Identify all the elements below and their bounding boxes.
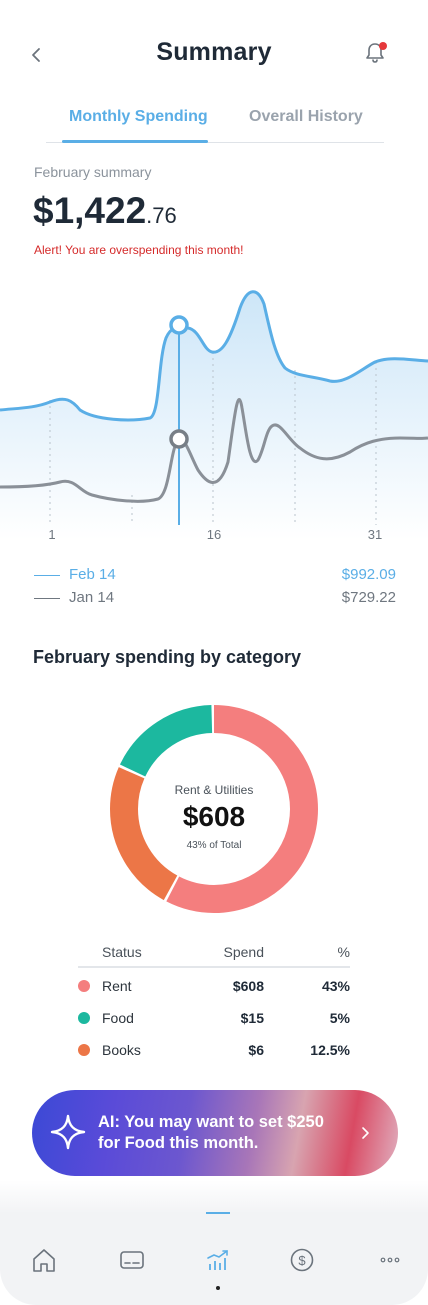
category-spend: $6 bbox=[248, 1042, 264, 1058]
bottom-nav: $ bbox=[0, 1212, 428, 1305]
category-percent: 43% bbox=[321, 978, 350, 994]
category-name: Books bbox=[102, 1042, 141, 1058]
ai-suggestion-banner[interactable]: AI: You may want to set $250 for Food th… bbox=[32, 1090, 398, 1176]
category-name: Rent bbox=[102, 978, 132, 994]
category-section-title: February spending by category bbox=[33, 647, 302, 667]
tab-overall-history[interactable]: Overall History bbox=[249, 108, 363, 126]
legend-line bbox=[34, 575, 60, 576]
overspending-alert: Alert! You are overspending this month! bbox=[34, 243, 244, 257]
legend-date: Jan 14 bbox=[69, 589, 115, 606]
x-tick-label: 16 bbox=[207, 527, 221, 542]
svg-text:$: $ bbox=[298, 1253, 306, 1268]
notifications-button[interactable] bbox=[362, 40, 388, 66]
category-color-dot bbox=[78, 1012, 90, 1024]
nav-home[interactable] bbox=[30, 1246, 58, 1274]
active-nav-indicator bbox=[206, 1212, 230, 1214]
category-spend: $15 bbox=[240, 1010, 264, 1026]
nav-money[interactable]: $ bbox=[288, 1246, 316, 1274]
chart-icon bbox=[207, 1250, 228, 1270]
sparkle-icon bbox=[50, 1114, 86, 1150]
x-tick-label: 31 bbox=[368, 527, 382, 542]
category-percent: 5% bbox=[329, 1010, 350, 1026]
legend-line bbox=[34, 598, 60, 599]
table-row[interactable]: Books $6 12.5% bbox=[78, 1034, 350, 1066]
total-amount-main: $1,422 bbox=[33, 190, 147, 231]
more-icon bbox=[380, 1257, 400, 1263]
active-nav-dot bbox=[216, 1286, 220, 1290]
x-tick-label: 1 bbox=[48, 527, 55, 542]
ai-suggestion-line: for Food this month. bbox=[98, 1134, 259, 1152]
category-name: Food bbox=[102, 1010, 134, 1026]
legend-value: $992.09 bbox=[341, 566, 396, 583]
feb-area bbox=[0, 291, 428, 540]
jan-selected-point[interactable] bbox=[169, 429, 189, 449]
header-percent: % bbox=[337, 944, 350, 960]
table-row[interactable]: Rent $608 43% bbox=[78, 970, 350, 1002]
ai-suggestion-line: AI: You may want to set $250 bbox=[98, 1113, 324, 1131]
dollar-icon: $ bbox=[290, 1248, 314, 1272]
home-icon bbox=[33, 1249, 55, 1272]
donut-category-label: Rent & Utilities bbox=[174, 783, 254, 797]
legend-value: $729.22 bbox=[341, 589, 396, 606]
feb-selected-point[interactable] bbox=[169, 315, 189, 335]
active-tab-indicator bbox=[62, 140, 208, 143]
nav-cards[interactable] bbox=[118, 1246, 146, 1274]
total-amount-cents: .76 bbox=[146, 203, 177, 228]
notification-badge bbox=[379, 42, 387, 50]
table-row[interactable]: Food $15 5% bbox=[78, 1002, 350, 1034]
tab-bar: Monthly Spending Overall History bbox=[46, 100, 384, 143]
chevron-right-icon bbox=[362, 1127, 369, 1139]
table-header: Status Spend % bbox=[78, 940, 350, 968]
category-color-dot bbox=[78, 980, 90, 992]
spending-chart[interactable]: 1 16 31 bbox=[0, 280, 428, 550]
legend-row-jan: Jan 14 $729.22 bbox=[34, 589, 396, 609]
donut-amount: $608 bbox=[182, 801, 246, 832]
header-spend: Spend bbox=[223, 944, 264, 960]
donut-percent-label: 43% of Total bbox=[186, 840, 242, 851]
donut-center: Rent & Utilities $608 43% of Total bbox=[104, 699, 324, 919]
ai-suggestion-text: AI: You may want to set $250 for Food th… bbox=[98, 1112, 358, 1154]
header: Summary bbox=[0, 0, 428, 100]
nav-more[interactable] bbox=[376, 1246, 404, 1274]
category-color-dot bbox=[78, 1044, 90, 1056]
header-status: Status bbox=[102, 944, 142, 960]
card-icon bbox=[120, 1251, 144, 1269]
total-amount: $1,422.76 bbox=[33, 190, 177, 232]
category-spend: $608 bbox=[232, 978, 264, 994]
summary-label: February summary bbox=[34, 164, 152, 180]
tab-monthly-spending[interactable]: Monthly Spending bbox=[69, 108, 208, 126]
legend-row-feb: Feb 14 $992.09 bbox=[34, 566, 396, 586]
legend-date: Feb 14 bbox=[69, 566, 116, 583]
category-percent: 12.5% bbox=[310, 1042, 350, 1058]
category-table: Status Spend % Rent $608 43% Food $15 5%… bbox=[78, 940, 350, 1066]
nav-stats[interactable] bbox=[204, 1246, 232, 1274]
bottom-fade bbox=[0, 1180, 428, 1214]
